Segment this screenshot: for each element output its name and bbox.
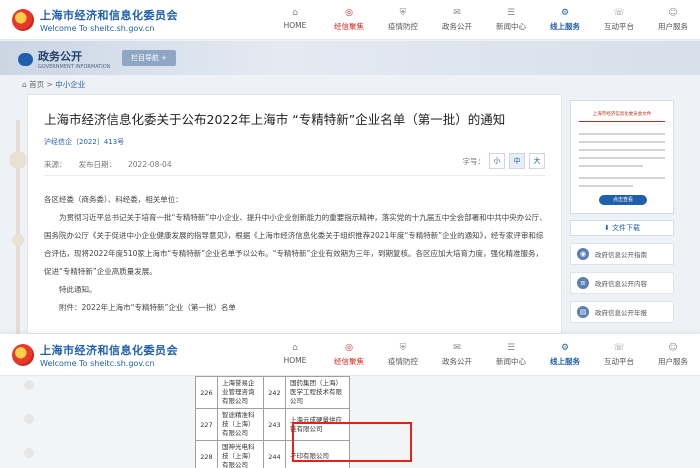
interact-icon: ☏ <box>613 342 625 353</box>
nav-online-service[interactable]: ⚙ 线上服务 <box>538 343 592 367</box>
chat-icon: ✉ <box>453 342 461 353</box>
home-icon: ⌂ <box>292 342 298 353</box>
nav-gov-info[interactable]: ✉ 政务公开 <box>430 8 484 32</box>
focus-icon: ◎ <box>345 342 353 353</box>
breadcrumb: ⌂ 首页 > 中小企业 <box>22 80 86 89</box>
highlight-box <box>292 422 412 462</box>
nav-news[interactable]: ☰ 新闻中心 <box>484 343 538 367</box>
divider <box>44 175 545 176</box>
publish-date: 2022-08-04 <box>128 160 172 169</box>
emblem-icon <box>12 343 34 366</box>
nav-home[interactable]: ⌂ HOME <box>268 343 322 367</box>
nav-online-service[interactable]: ⚙ 线上服务 <box>538 8 592 32</box>
nav-focus[interactable]: ◎ 经信聚焦 <box>322 343 376 367</box>
section-title: 政务公开 GOVERNMENT INFORMATION <box>18 48 110 70</box>
section-banner: 政务公开 GOVERNMENT INFORMATION 栏目导航 + <box>0 41 700 75</box>
speech-bubble-icon <box>18 52 33 66</box>
list-icon: ≡ <box>577 277 589 289</box>
sidebar-link-report[interactable]: ▤ 政府信息公开年报 <box>570 301 674 323</box>
site-header-repeat: 上海市经济和信息化委员会 Welcome To sheitc.sh.gov.cn… <box>0 334 700 376</box>
bullet-decoration <box>24 380 34 468</box>
sidebar-link-guide[interactable]: ◉ 政府信息公开指南 <box>570 243 674 265</box>
font-medium-button[interactable]: 中 <box>509 153 525 169</box>
focus-icon: ◎ <box>345 7 353 18</box>
right-sidebar: 上海市经济信息化委员会文件 点击查看 ⬇ 文件下载 ◉ 政府信息公开指南 ≡ 政府信… <box>570 100 674 323</box>
interact-icon: ☏ <box>613 7 625 18</box>
shield-icon: ⛨ <box>399 7 407 18</box>
nav-home[interactable]: ⌂ HOME <box>268 8 322 32</box>
nav-epidemic[interactable]: ⛨ 疫情防控 <box>376 8 430 32</box>
nav-user-service[interactable]: ☺ 用户服务 <box>646 343 700 367</box>
sidebar-link-content[interactable]: ≡ 政府信息公开内容 <box>570 272 674 294</box>
paragraph-1: 为贯彻习近平总书记关于培育一批“专精特新”中小企业、提升中小企业创新能力的重要指… <box>44 213 547 276</box>
article-meta: 来源： 发布日期： 2022-08-04 <box>44 160 172 169</box>
document-number: 沪经信企〔2022〕413号 <box>44 138 125 146</box>
site-name: 上海市经济和信息化委员会 <box>40 8 178 22</box>
salutation: 各区经委（商务委）、科经委，相关单位： <box>44 195 183 204</box>
breadcrumb-home[interactable]: 首页 <box>29 80 44 89</box>
user-icon: ☺ <box>668 7 678 18</box>
font-small-button[interactable]: 小 <box>489 153 505 169</box>
site-name-en: Welcome To sheitc.sh.gov.cn <box>40 23 155 33</box>
column-nav-button[interactable]: 栏目导航 + <box>122 50 176 66</box>
site-logo-repeat[interactable]: 上海市经济和信息化委员会 Welcome To sheitc.sh.gov.cn <box>12 342 258 368</box>
download-icon: ⬇ <box>603 224 613 232</box>
chat-icon: ✉ <box>453 7 461 18</box>
site-header: 上海市经济和信息化委员会 Welcome To sheitc.sh.gov.cn… <box>0 0 700 40</box>
attachment-link[interactable]: 附件：2022年上海市“专精特新”企业（第一批）名单 <box>44 299 549 317</box>
home-icon: ⌂ <box>292 7 298 18</box>
nav-focus[interactable]: ◎ 经信聚焦 <box>322 8 376 32</box>
report-icon: ▤ <box>577 306 589 318</box>
font-large-button[interactable]: 大 <box>529 153 545 169</box>
nav-gov-info[interactable]: ✉ 政务公开 <box>430 343 484 367</box>
site-logo[interactable]: 上海市经济和信息化委员会 Welcome To sheitc.sh.gov.cn <box>12 7 258 33</box>
nav-news[interactable]: ☰ 新闻中心 <box>484 8 538 32</box>
download-button[interactable]: ⬇ 文件下载 <box>570 220 674 236</box>
main-nav: ⌂ HOME ◎ 经信聚焦 ⛨ 疫情防控 ✉ 政务公开 ☰ 新闻中心 ⚙ 线上服务 ☏ 互动平… <box>268 8 700 32</box>
news-icon: ☰ <box>506 342 516 353</box>
shield-icon: ⛨ <box>399 342 407 353</box>
closing: 特此通知。 <box>59 285 97 294</box>
nav-interact[interactable]: ☏ 互动平台 <box>592 343 646 367</box>
document-thumbnail[interactable]: 上海市经济信息化委员会文件 点击查看 <box>570 100 674 214</box>
nav-epidemic[interactable]: ⛨ 疫情防控 <box>376 343 430 367</box>
nav-interact[interactable]: ☏ 互动平台 <box>592 8 646 32</box>
service-icon: ⚙ <box>560 7 570 18</box>
main-nav-repeat: ⌂ HOME ◎ 经信聚焦 ⛨ 疫情防控 ✉ 政务公开 ☰ 新闻中心 ⚙ 线上服务 ☏ 互动平… <box>268 343 700 367</box>
emblem-icon <box>12 8 34 31</box>
service-icon: ⚙ <box>560 342 570 353</box>
news-icon: ☰ <box>506 7 516 18</box>
font-size-control: 字号： 小 中 大 <box>463 153 545 169</box>
article-body: 各区经委（商务委）、科经委，相关单位： 为贯彻习近平总书记关于培育一批“专精特新… <box>44 191 549 317</box>
nav-user-service[interactable]: ☺ 用户服务 <box>646 8 700 32</box>
user-icon: ☺ <box>668 342 678 353</box>
compass-icon: ◉ <box>577 248 589 260</box>
view-button[interactable]: 点击查看 <box>599 195 647 205</box>
table-row: 226 上海誉易企业管理咨询有限公司 242 国药集团（上海）医学工程技术有限公… <box>195 376 350 409</box>
article-panel: 上海市经济信息化委关于公布2022年上海市 “专精特新”企业名单（第一批）的通知… <box>27 94 562 334</box>
article-title: 上海市经济信息化委关于公布2022年上海市 “专精特新”企业名单（第一批）的通知 <box>44 112 506 127</box>
breadcrumb-current[interactable]: 中小企业 <box>55 80 85 89</box>
